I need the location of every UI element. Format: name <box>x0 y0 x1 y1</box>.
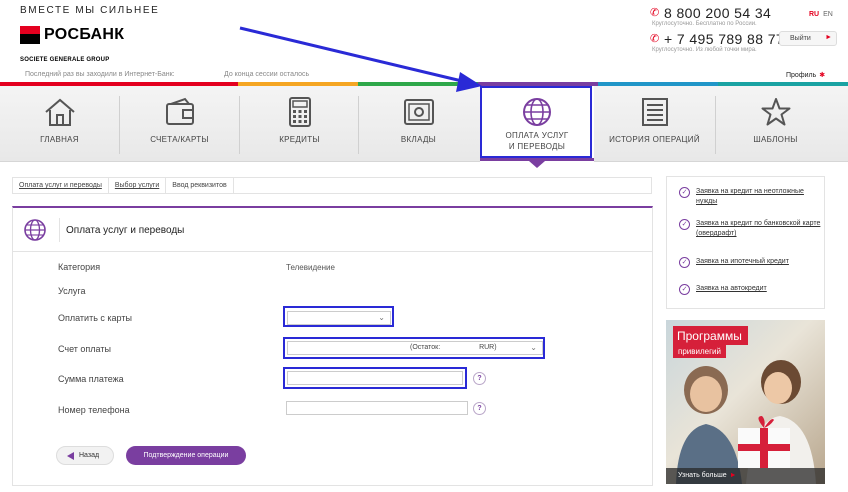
nav-accounts-label: СЧЕТА/КАРТЫ <box>150 135 209 144</box>
calculator-icon <box>240 96 359 128</box>
bank-tagline: ВМЕСТЕ МЫ СИЛЬНЕЕ <box>20 5 160 16</box>
session-timer-text: До конца сессии осталось <box>224 71 310 78</box>
phone-note-world: Круглосуточно. Из любой точки мира. <box>652 47 757 53</box>
side-link-label: Заявка на ипотечный кредит <box>696 258 789 265</box>
logout-button[interactable]: Выйти ► <box>779 31 837 46</box>
panel-header: Оплата услуг и переводы <box>13 208 652 252</box>
category-label: Категория <box>58 262 101 272</box>
breadcrumb-item[interactable]: Оплата услуг и переводы <box>13 178 109 193</box>
arrow-right-icon: ► <box>825 34 832 41</box>
phone-number-free: 8 800 200 54 34 <box>664 5 772 21</box>
arrow-right-icon: ► <box>729 472 737 479</box>
language-switcher: RU EN <box>809 11 833 18</box>
home-icon <box>0 96 119 128</box>
wallet-icon <box>120 96 239 128</box>
confirm-operation-button[interactable]: Подтверждение операции <box>126 446 246 465</box>
nav-templates-label: ШАБЛОНЫ <box>753 135 798 144</box>
page-header: ВМЕСТЕ МЫ СИЛЬНЕЕ РОСБАНК SOCIETE GENERA… <box>0 0 848 84</box>
side-link-label: Заявка на кредит на неотложные нужды <box>696 188 804 205</box>
annotation-highlight-nav <box>480 86 592 158</box>
main-navigation: ГЛАВНАЯ СЧЕТА/КАРТЫ КРЕДИТЫ ВКЛАДЫ ОПЛАТ… <box>0 86 848 162</box>
back-button[interactable]: Назад <box>56 446 114 465</box>
safe-icon <box>359 96 478 128</box>
breadcrumb-current: Ввод реквизитов <box>166 178 234 193</box>
nav-home-label: ГЛАВНАЯ <box>40 135 79 144</box>
profile-link[interactable]: Профиль ✱ <box>786 71 825 79</box>
last-visit-text: Последний раз вы заходили в Интернет-Бан… <box>25 71 175 78</box>
arrow-left-icon <box>67 452 74 460</box>
confirm-button-label: Подтверждение операции <box>143 452 229 459</box>
check-circle-icon: ✓ <box>679 219 690 230</box>
service-label: Услуга <box>58 286 86 296</box>
back-button-label: Назад <box>79 452 100 459</box>
nav-accounts[interactable]: СЧЕТА/КАРТЫ <box>120 86 239 162</box>
nav-history-label: ИСТОРИЯ ОПЕРАЦИЙ <box>609 135 700 144</box>
phone-label: Номер телефона <box>58 405 130 415</box>
card-label: Оплатить с карты <box>58 313 132 323</box>
star-icon <box>716 96 835 128</box>
logo-mark-icon <box>20 26 40 44</box>
amount-label: Сумма платежа <box>58 374 124 384</box>
phone-number-world: + 7 495 789 88 77 <box>664 31 785 47</box>
lang-ru[interactable]: RU <box>809 11 819 18</box>
breadcrumb: Оплата услуг и переводы Выбор услуги Вво… <box>12 177 652 194</box>
phone-note-free: Круглосуточно. Бесплатно по России. <box>652 21 757 27</box>
nav-deposits[interactable]: ВКЛАДЫ <box>359 86 478 162</box>
nav-credits[interactable]: КРЕДИТЫ <box>240 86 359 162</box>
promo-more-link[interactable]: Узнать больше ► <box>666 468 825 484</box>
logo-text: РОСБАНК <box>44 26 125 43</box>
logout-label: Выйти <box>790 35 811 42</box>
account-label: Счет оплаты <box>58 344 111 354</box>
profile-label: Профиль <box>786 72 817 79</box>
nav-templates[interactable]: ШАБЛОНЫ <box>716 86 835 162</box>
annotation-highlight-account <box>283 337 545 359</box>
application-links-panel: ✓ Заявка на кредит на неотложные нужды ✓… <box>666 176 825 309</box>
help-icon[interactable]: ? <box>473 402 486 415</box>
check-circle-icon: ✓ <box>679 187 690 198</box>
globe-icon <box>23 218 47 247</box>
annotation-highlight-card <box>283 306 394 327</box>
check-circle-icon: ✓ <box>679 257 690 268</box>
gear-icon: ✱ <box>819 72 826 79</box>
breadcrumb-item[interactable]: Выбор услуги <box>109 178 167 193</box>
nav-deposits-label: ВКЛАДЫ <box>400 135 437 144</box>
promo-title: Программы <box>673 326 748 345</box>
logo-subtitle: SOCIETE GENERALE GROUP <box>20 57 110 63</box>
promo-banner[interactable]: Программы привилегий Узнать больше ► <box>666 320 825 484</box>
panel-header-divider <box>59 218 60 242</box>
phone-icon: ✆ <box>650 7 660 19</box>
lang-en[interactable]: EN <box>823 11 833 18</box>
phone-input[interactable] <box>286 401 468 415</box>
check-circle-icon: ✓ <box>679 284 690 295</box>
annotation-highlight-amount <box>283 367 467 389</box>
active-tab-pointer-icon <box>529 161 545 168</box>
phone-icon: ✆ <box>650 33 660 45</box>
nav-home[interactable]: ГЛАВНАЯ <box>0 86 119 162</box>
panel-title: Оплата услуг и переводы <box>66 225 185 236</box>
nav-credits-label: КРЕДИТЫ <box>279 135 320 144</box>
side-link-label: Заявка на автокредит <box>696 285 767 292</box>
promo-more-label: Узнать больше <box>678 472 727 479</box>
category-value: Телевидение <box>286 263 335 272</box>
help-icon[interactable]: ? <box>473 372 486 385</box>
promo-subtitle: привилегий <box>673 345 726 358</box>
list-icon <box>595 96 714 128</box>
bank-logo[interactable]: РОСБАНК <box>20 26 124 44</box>
side-link-label: Заявка на кредит по банковской карте (ов… <box>696 220 821 237</box>
nav-history[interactable]: ИСТОРИЯ ОПЕРАЦИЙ <box>595 86 714 162</box>
